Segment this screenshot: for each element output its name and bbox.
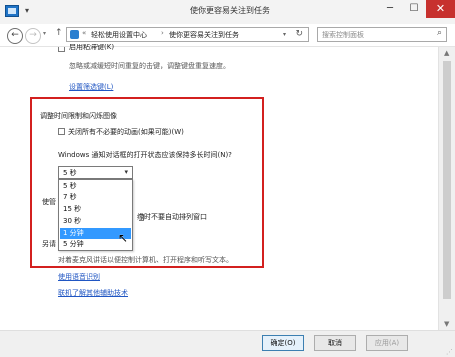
address-bar[interactable]: « 轻松使用设置中心 › 使你更容易关注到任务 ▾ ↻ xyxy=(66,27,309,42)
breadcrumb-separator[interactable]: › xyxy=(161,29,164,37)
refresh-icon[interactable]: ↻ xyxy=(295,29,303,39)
close-button[interactable]: ✕ xyxy=(426,0,455,18)
sticky-keys-checkbox[interactable] xyxy=(58,47,65,52)
apply-button[interactable]: 应用(A) xyxy=(366,335,408,351)
keyboard-repeat-description: 忽略或减缓短时间重复的击键，调整键盘重复速度。 xyxy=(69,62,230,70)
vertical-scrollbar[interactable]: ▲ ▼ xyxy=(438,47,455,330)
breadcrumb-overflow[interactable]: « xyxy=(82,29,86,37)
highlight-annotation-box xyxy=(30,97,264,268)
search-box[interactable]: 搜索控制面板 ⌕ xyxy=(317,27,447,42)
assistive-technologies-link[interactable]: 联机了解其他辅助技术 xyxy=(58,288,128,298)
up-level-button[interactable]: ↑ xyxy=(55,28,63,38)
search-placeholder: 搜索控制面板 xyxy=(322,31,364,39)
minimize-button[interactable]: ─ xyxy=(378,0,402,18)
resize-grip-icon[interactable]: ⋰ xyxy=(446,348,453,356)
breadcrumb-ease-of-access-center[interactable]: 轻松使用设置中心 xyxy=(91,30,147,40)
scroll-up-icon[interactable]: ▲ xyxy=(444,49,449,57)
recent-locations-dropdown-icon[interactable]: ▾ xyxy=(43,30,46,37)
search-icon[interactable]: ⌕ xyxy=(437,28,442,38)
breadcrumb-current-page[interactable]: 使你更容易关注到任务 xyxy=(169,30,239,40)
filter-keys-link[interactable]: 设置筛选键(L) xyxy=(69,82,113,92)
title-bar: ▾ 使你更容易关注到任务 ─ ☐ ✕ xyxy=(0,0,455,24)
forward-button[interactable]: → xyxy=(25,28,41,44)
cancel-button[interactable]: 取消 xyxy=(314,335,356,351)
window-title: 使你更容易关注到任务 xyxy=(190,6,270,15)
scroll-down-icon[interactable]: ▼ xyxy=(444,320,449,328)
ease-of-access-window: ▾ 使你更容易关注到任务 ─ ☐ ✕ ← → ▾ ↑ « 轻松使用设置中心 › … xyxy=(0,0,455,357)
scrollbar-thumb[interactable] xyxy=(443,61,451,299)
maximize-button[interactable]: ☐ xyxy=(402,0,426,18)
address-dropdown-icon[interactable]: ▾ xyxy=(283,31,286,38)
dialog-button-bar: 确定(O) 取消 应用(A) ⋰ xyxy=(0,330,455,357)
sticky-keys-label: 启用粘滞键(K) xyxy=(69,44,115,51)
control-panel-icon xyxy=(70,30,79,39)
ok-button[interactable]: 确定(O) xyxy=(262,335,304,351)
back-button[interactable]: ← xyxy=(7,28,23,44)
control-panel-app-icon xyxy=(5,5,19,17)
speech-recognition-link[interactable]: 使用语音识别 xyxy=(58,272,100,282)
quick-access-dropdown-icon[interactable]: ▾ xyxy=(21,4,33,18)
